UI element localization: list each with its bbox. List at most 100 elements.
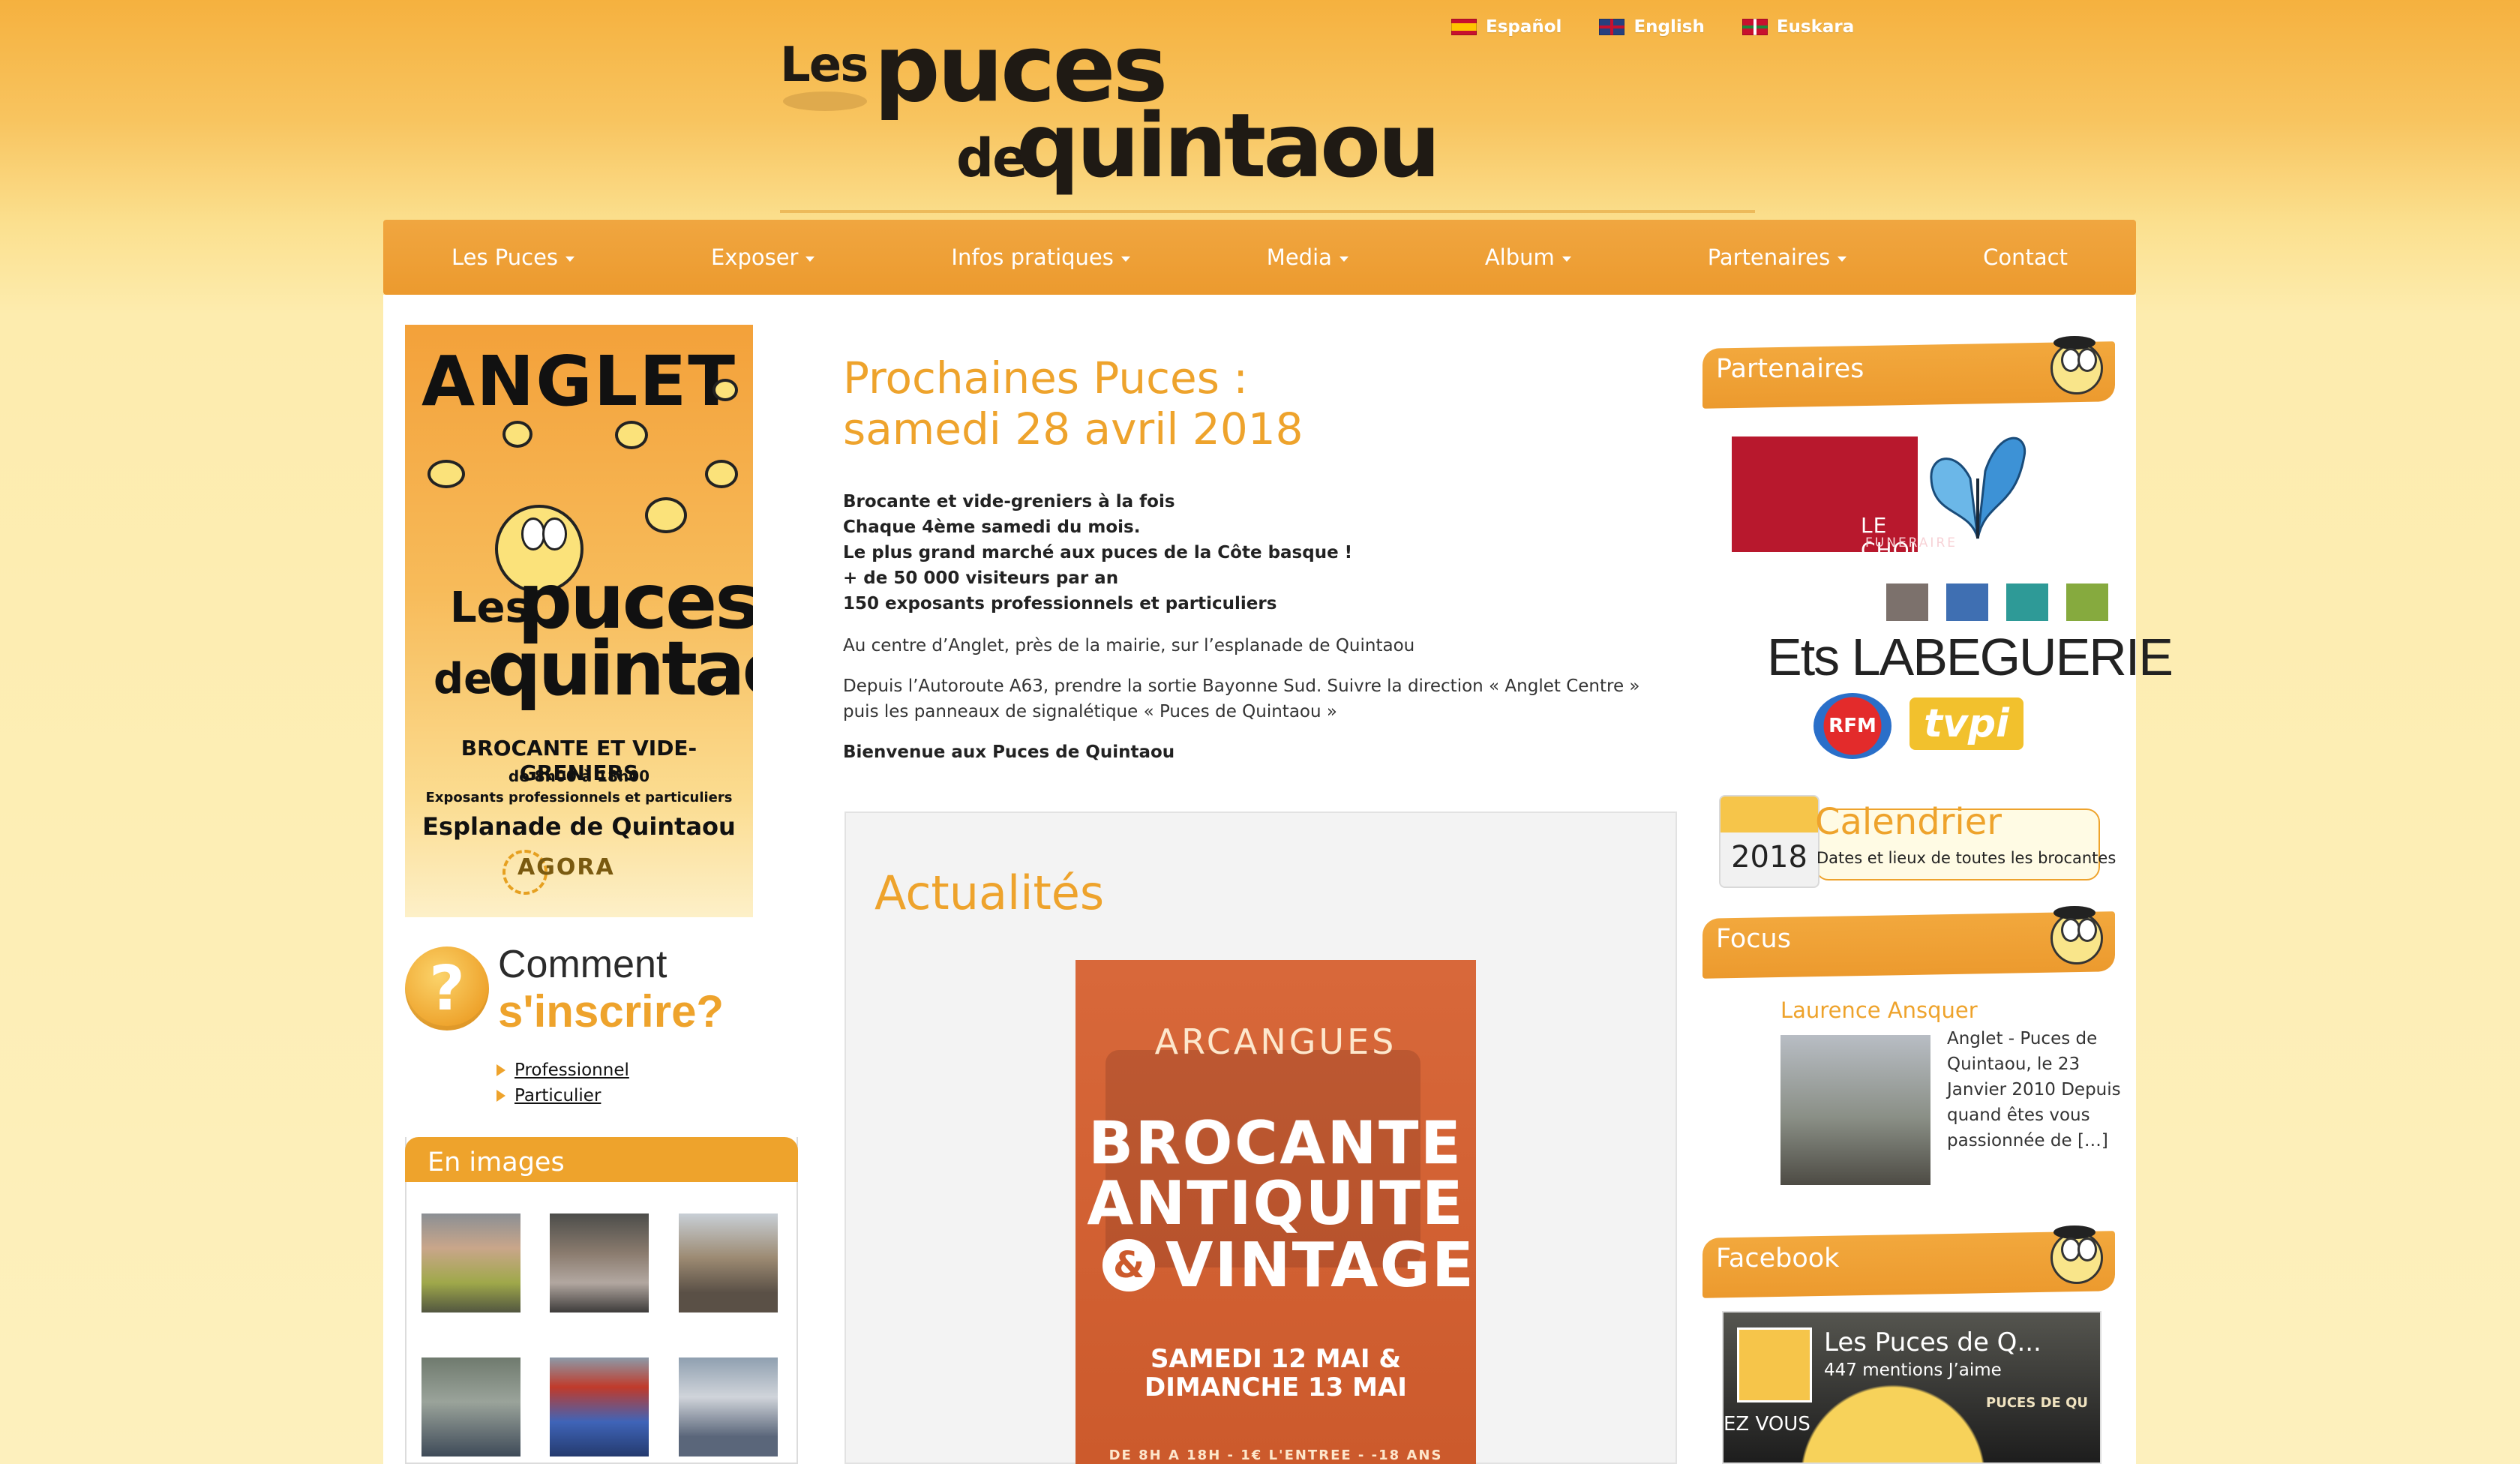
gallery-thumb[interactable] bbox=[550, 1358, 649, 1456]
color-square bbox=[2006, 584, 2048, 621]
inscription-links: Professionnel Particulier bbox=[496, 1058, 629, 1108]
next-title-line1: Prochaines Puces : bbox=[843, 352, 1248, 404]
facebook-page-avatar[interactable] bbox=[1737, 1328, 1812, 1402]
gallery-thumb[interactable] bbox=[679, 1214, 778, 1312]
focus-person-link[interactable]: Laurence Ansquer bbox=[1780, 998, 1978, 1023]
bee-eye bbox=[520, 518, 546, 550]
ampersand-badge: & bbox=[1102, 1239, 1155, 1292]
calendar-top bbox=[1720, 796, 1818, 832]
poster-place: ARCANGUES bbox=[1154, 1022, 1397, 1062]
caret-down-icon bbox=[566, 256, 575, 262]
logo-quintaou: quintaou bbox=[1016, 94, 1441, 197]
inscription-comment: Comment bbox=[498, 943, 668, 986]
location-paragraph: Au centre d’Anglet, près de la mairie, s… bbox=[843, 636, 1415, 656]
bee-icon bbox=[645, 497, 687, 533]
link-professionnel[interactable]: Professionnel bbox=[496, 1058, 629, 1083]
nav-label: Media bbox=[1266, 244, 1332, 270]
facebook-cover-text: EZ VOUS bbox=[1724, 1413, 1810, 1436]
gallery-thumb[interactable] bbox=[679, 1358, 778, 1456]
nav-label: Exposer bbox=[710, 244, 799, 270]
event-poster[interactable]: ANGLET Les puces de quintaou BROCANTE ET… bbox=[405, 325, 753, 917]
banner-title: Partenaires bbox=[1716, 354, 1864, 384]
link-label: Professionnel bbox=[514, 1060, 629, 1080]
nav-album[interactable]: Album bbox=[1485, 244, 1571, 270]
intro-block: Brocante et vide-greniers à la fois Chaq… bbox=[843, 489, 1352, 616]
nav-partenaires[interactable]: Partenaires bbox=[1708, 244, 1847, 270]
sponsor-tvpi[interactable]: tvpi bbox=[1910, 698, 2024, 750]
bee-icon bbox=[428, 460, 465, 488]
sponsor-rfm[interactable]: RFM bbox=[1814, 693, 1892, 759]
question-icon: ? bbox=[405, 946, 489, 1030]
lang-euskara[interactable]: Euskara bbox=[1742, 14, 1854, 40]
main-nav: Les Puces Exposer Infos pratiques Media … bbox=[383, 220, 2136, 295]
lang-espanol[interactable]: Español bbox=[1451, 14, 1562, 40]
lang-label: Euskara bbox=[1776, 17, 1855, 37]
language-switcher: Español English Euskara bbox=[1451, 14, 1892, 40]
bee-eye bbox=[2078, 918, 2097, 942]
triangle-right-icon bbox=[496, 1064, 506, 1076]
actualites-poster[interactable]: ARCANGUES BROCANTE ANTIQUITE & VINTAGE S… bbox=[1076, 960, 1476, 1464]
poster-line3: VINTAGE bbox=[1166, 1230, 1475, 1301]
nav-label: Partenaires bbox=[1707, 244, 1831, 270]
bee-eye bbox=[2078, 348, 2097, 372]
nav-les-puces[interactable]: Les Puces bbox=[451, 244, 575, 270]
site-logo[interactable]: Les puces de quintaou bbox=[780, 15, 1755, 213]
bee-icon bbox=[705, 460, 738, 488]
partenaires-banner: Partenaires bbox=[1702, 336, 2115, 409]
intro-line: Brocante et vide-greniers à la fois bbox=[843, 492, 1175, 512]
inscription-heading: s'inscrire? bbox=[498, 986, 724, 1036]
bee-eye bbox=[2078, 1238, 2097, 1262]
bee-icon bbox=[615, 421, 648, 449]
flag-es-icon bbox=[1451, 19, 1477, 35]
caret-down-icon bbox=[806, 256, 815, 262]
nav-exposer[interactable]: Exposer bbox=[711, 244, 815, 270]
intro-line: 150 exposants professionnels et particul… bbox=[843, 594, 1277, 614]
facebook-widget[interactable]: Les Puces de Q... 447 mentions J’aime EZ… bbox=[1722, 1311, 2102, 1464]
bee-mascot-icon bbox=[2046, 904, 2106, 972]
intro-line: Le plus grand marché aux puces de la Côt… bbox=[843, 543, 1353, 562]
directions-paragraph: Depuis l’Autoroute A63, prendre la sorti… bbox=[843, 676, 1640, 722]
gallery-thumb[interactable] bbox=[422, 1358, 520, 1456]
next-event-title: Prochaines Puces : samedi 28 avril 2018 bbox=[843, 352, 1304, 454]
calendrier-title: Calendrier bbox=[1815, 801, 2002, 843]
intro-line: + de 50 000 visiteurs par an bbox=[843, 568, 1119, 588]
poster-footer: DE 8H A 18H - 1€ L'ENTREE - -18 ANS GRAT… bbox=[1108, 1448, 1443, 1464]
logo-blob bbox=[783, 92, 867, 111]
bee-beret bbox=[2054, 336, 2096, 350]
facebook-page-name[interactable]: Les Puces de Q... bbox=[1824, 1328, 2042, 1358]
sponsor-labeguerie[interactable]: Ets LABEGUERIE bbox=[1767, 627, 2174, 687]
butterfly-icon bbox=[1930, 436, 2026, 539]
nav-label: Infos pratiques bbox=[951, 244, 1114, 270]
poster-quintaou: quintaou bbox=[488, 625, 753, 712]
focus-excerpt: Anglet - Puces de Quintaou, le 23 Janvie… bbox=[1947, 1029, 2121, 1150]
labeguerie-squares bbox=[1886, 584, 2108, 621]
color-square bbox=[2066, 584, 2108, 621]
nav-contact[interactable]: Contact bbox=[1983, 244, 2068, 270]
gallery-thumb[interactable] bbox=[422, 1214, 520, 1312]
bee-mascot-icon bbox=[2046, 334, 2106, 402]
facebook-banner: Facebook bbox=[1702, 1226, 2115, 1298]
next-title-line2: samedi 28 avril 2018 bbox=[843, 404, 1304, 454]
intro-line: Chaque 4ème samedi du mois. bbox=[843, 518, 1141, 537]
facebook-likes: 447 mentions J’aime bbox=[1824, 1360, 2002, 1380]
gallery-thumb[interactable] bbox=[550, 1214, 649, 1312]
lang-label: English bbox=[1634, 17, 1705, 37]
calendar-icon[interactable]: 2018 bbox=[1719, 795, 1820, 888]
calendar-year: 2018 bbox=[1731, 840, 1808, 874]
bee-beret bbox=[2054, 1226, 2096, 1239]
color-square bbox=[1946, 584, 1988, 621]
poster-line3: Exposants professionnels et particuliers bbox=[425, 790, 733, 806]
caret-down-icon bbox=[1339, 256, 1348, 262]
bee-icon bbox=[502, 421, 532, 448]
facebook-cover-text2: PUCES DE QU bbox=[1986, 1395, 2088, 1411]
focus-photo[interactable] bbox=[1780, 1035, 1930, 1185]
sponsor-le-choix-funeraire[interactable]: LE CHOIX FUNERAIRE bbox=[1732, 436, 1955, 562]
link-particulier[interactable]: Particulier bbox=[496, 1083, 629, 1108]
nav-media[interactable]: Media bbox=[1267, 244, 1348, 270]
nav-infos-pratiques[interactable]: Infos pratiques bbox=[951, 244, 1130, 270]
poster-date2: DIMANCHE 13 MAI bbox=[1144, 1372, 1407, 1402]
lang-label: Español bbox=[1486, 17, 1562, 37]
nav-label: Les Puces bbox=[451, 244, 559, 270]
welcome-paragraph: Bienvenue aux Puces de Quintaou bbox=[843, 742, 1175, 762]
lang-english[interactable]: English bbox=[1599, 14, 1705, 40]
